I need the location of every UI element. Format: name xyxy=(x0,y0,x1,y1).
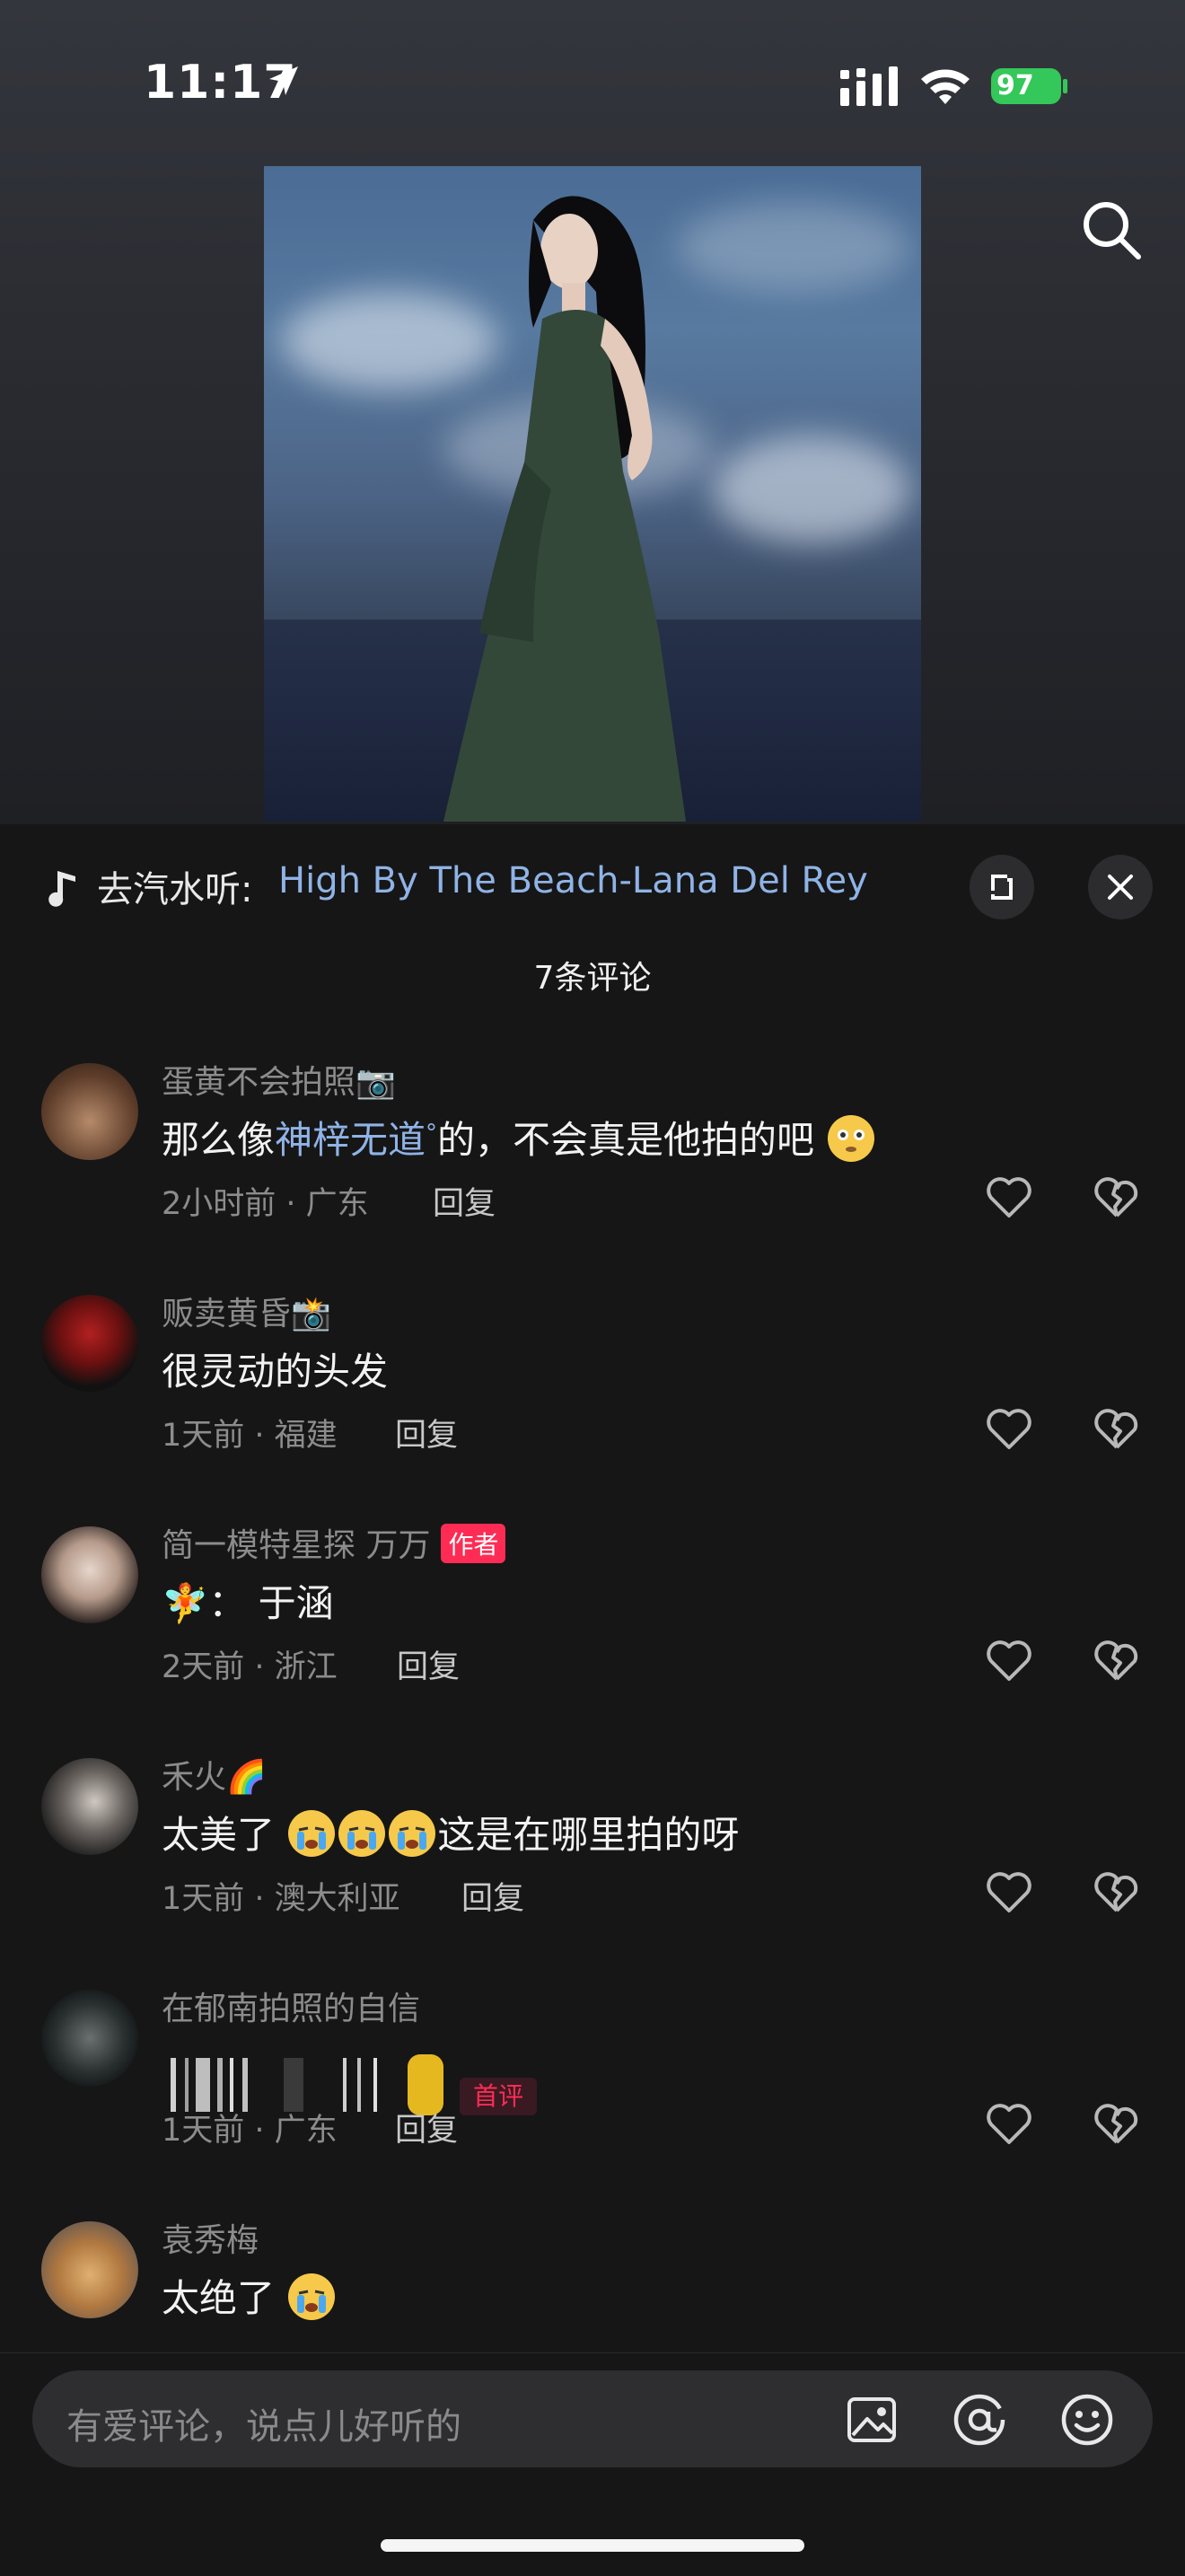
comment-text: 🧚： 于涵 xyxy=(162,1581,334,1625)
cover-image xyxy=(264,166,921,822)
avatar[interactable] xyxy=(41,2221,138,2318)
expand-button[interactable] xyxy=(970,855,1034,919)
avatar[interactable] xyxy=(41,1990,138,2087)
crying-emoji-icon xyxy=(338,1810,386,1857)
comment-username[interactable]: 贩卖黄昏📸 xyxy=(162,1288,331,1334)
broken-heart-icon[interactable] xyxy=(1093,1871,1140,1914)
home-indicator[interactable] xyxy=(381,2539,804,2552)
comment-username[interactable]: 蛋黄不会拍照📷 xyxy=(162,1056,396,1103)
battery-level: 97 xyxy=(996,70,1034,101)
heart-icon[interactable] xyxy=(986,1408,1032,1451)
avatar[interactable] xyxy=(41,1758,138,1855)
comment-text: 很灵动的头发 xyxy=(162,1350,389,1394)
comment-username[interactable]: 禾火🌈 xyxy=(162,1751,267,1798)
heart-icon[interactable] xyxy=(986,1871,1032,1914)
close-button[interactable] xyxy=(1088,855,1153,919)
broken-heart-icon[interactable] xyxy=(1093,1408,1140,1451)
hashtag-link[interactable]: 神梓无道 xyxy=(275,1118,426,1162)
expand-icon xyxy=(991,875,1013,900)
reply-button[interactable]: 回复 xyxy=(395,1410,458,1455)
comment-meta: 2天前 · 浙江 xyxy=(162,1649,338,1685)
comment-meta: 1天前 · 福建 xyxy=(162,1418,338,1454)
music-note-icon xyxy=(48,871,75,907)
avatar[interactable] xyxy=(41,1295,138,1392)
crying-emoji-icon xyxy=(288,2273,336,2320)
heart-icon[interactable] xyxy=(986,1640,1032,1683)
author-badge: 作者 xyxy=(441,1524,506,1563)
status-bar: 11:17 97 xyxy=(0,0,1185,171)
signal-icon xyxy=(840,66,898,106)
at-icon[interactable] xyxy=(952,2392,1007,2448)
reply-button[interactable]: 回复 xyxy=(433,1178,496,1224)
comment-text: 太绝了 xyxy=(162,2268,337,2323)
crying-emoji-icon xyxy=(288,1810,336,1857)
broken-heart-icon[interactable] xyxy=(1093,1176,1140,1219)
heart-icon[interactable] xyxy=(986,2103,1032,2146)
broken-heart-icon[interactable] xyxy=(1093,1640,1140,1683)
comment-text: 那么像神梓无道°的，不会真是他拍的吧 xyxy=(162,1110,876,1165)
avatar[interactable] xyxy=(41,1526,138,1623)
first-comment-badge: 首评 xyxy=(460,2078,537,2115)
comment-username[interactable]: 在郁南拍照的自信 xyxy=(162,1983,420,2029)
fairy-emoji: 🧚 xyxy=(162,1581,209,1625)
broken-heart-icon[interactable] xyxy=(1093,2103,1140,2146)
image-icon[interactable] xyxy=(844,2392,900,2448)
comment-count: 7条评论 xyxy=(533,960,652,997)
search-icon[interactable] xyxy=(1074,192,1149,268)
reply-button[interactable]: 回复 xyxy=(397,1641,460,1687)
comment-meta: 1天前 · 澳大利亚 xyxy=(162,1881,400,1917)
avatar[interactable] xyxy=(41,1063,138,1160)
music-source-label: 去汽水听: xyxy=(97,869,253,910)
flushed-emoji-icon xyxy=(828,1115,875,1162)
comment-meta: 1天前 · 广东 xyxy=(162,2113,338,2149)
close-icon xyxy=(1108,875,1133,900)
comment-text: 太美了 这是在哪里拍的呀 xyxy=(162,1805,739,1859)
location-arrow-icon xyxy=(269,66,298,95)
music-song-link[interactable]: High By The Beach-Lana Del Rey xyxy=(278,860,868,901)
crying-emoji-icon xyxy=(389,1810,436,1857)
battery-icon: 97 xyxy=(991,65,1068,106)
emoji-icon[interactable] xyxy=(1059,2392,1115,2448)
reply-button[interactable]: 回复 xyxy=(395,2105,458,2150)
comment-username[interactable]: 简一模特星探 万万 作者 xyxy=(162,1519,506,1566)
wifi-icon xyxy=(921,69,970,104)
comment-meta: 2小时前 · 广东 xyxy=(162,1186,369,1222)
comment-username[interactable]: 袁秀梅 xyxy=(162,2214,259,2261)
comment-input-placeholder: 有爱评论，说点儿好听的 xyxy=(66,2406,461,2448)
heart-icon[interactable] xyxy=(986,1176,1032,1219)
reply-button[interactable]: 回复 xyxy=(461,1873,524,1919)
